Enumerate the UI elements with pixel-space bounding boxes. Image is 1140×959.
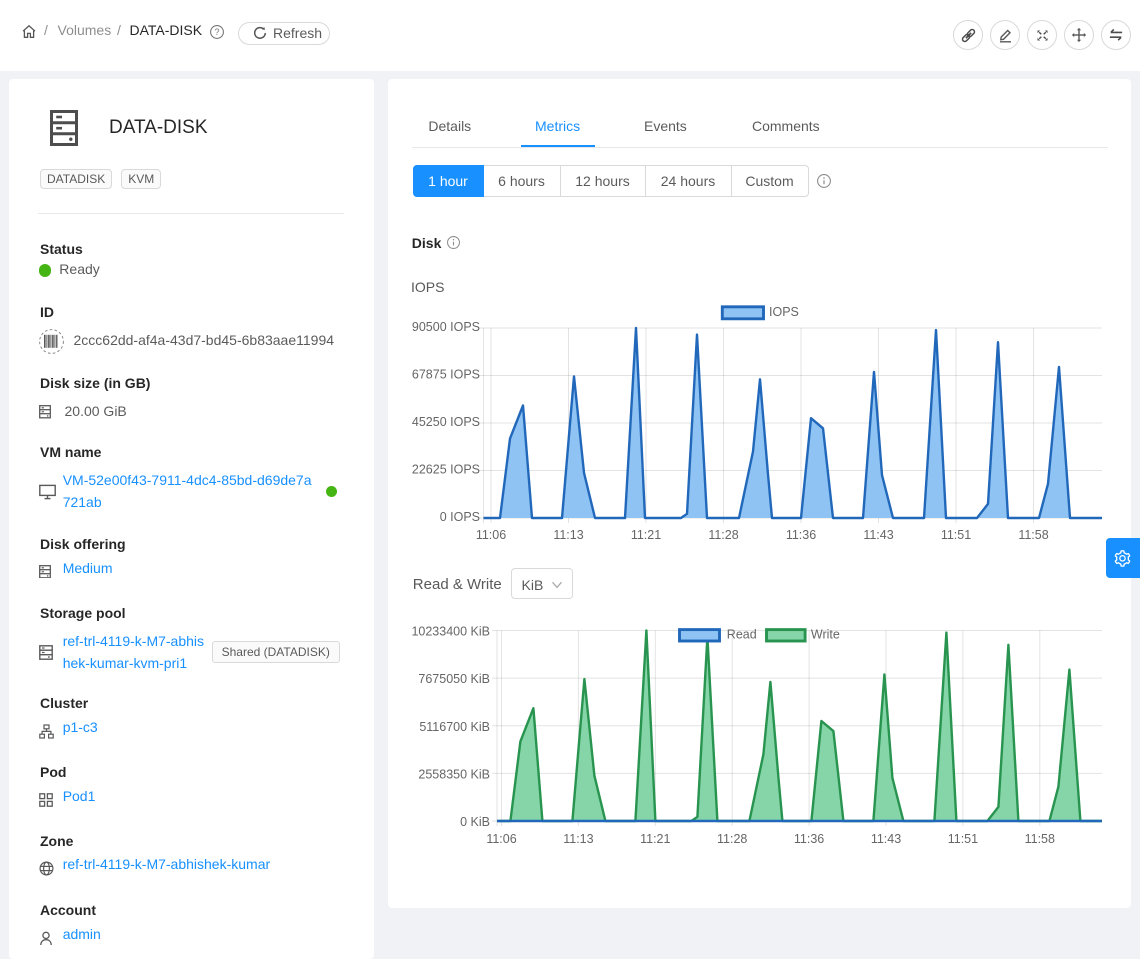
svg-text:Read: Read: [727, 628, 757, 642]
svg-text:11:36: 11:36: [794, 832, 824, 846]
svg-text:11:13: 11:13: [563, 832, 593, 846]
svg-text:11:28: 11:28: [708, 528, 738, 542]
svg-text:Write: Write: [811, 628, 840, 642]
svg-text:11:13: 11:13: [553, 528, 583, 542]
svg-text:7675050 KiB: 7675050 KiB: [418, 672, 490, 686]
svg-text:11:43: 11:43: [871, 832, 901, 846]
svg-text:5116700 KiB: 5116700 KiB: [419, 720, 490, 734]
svg-text:67875 IOPS: 67875 IOPS: [412, 368, 480, 382]
svg-text:10233400 KiB: 10233400 KiB: [411, 625, 490, 639]
svg-text:11:21: 11:21: [640, 832, 670, 846]
svg-text:11:58: 11:58: [1025, 832, 1055, 846]
svg-text:2558350 KiB: 2558350 KiB: [418, 767, 490, 781]
svg-text:11:28: 11:28: [717, 832, 747, 846]
svg-text:0 KiB: 0 KiB: [460, 815, 490, 829]
svg-text:11:21: 11:21: [631, 528, 661, 542]
svg-text:IOPS: IOPS: [769, 305, 799, 319]
svg-text:45250 IOPS: 45250 IOPS: [412, 415, 480, 429]
svg-text:11:51: 11:51: [948, 832, 978, 846]
svg-text:0 IOPS: 0 IOPS: [440, 510, 480, 524]
svg-text:11:58: 11:58: [1018, 528, 1048, 542]
svg-text:11:36: 11:36: [786, 528, 816, 542]
svg-text:22625 IOPS: 22625 IOPS: [412, 463, 480, 477]
svg-text:11:06: 11:06: [486, 832, 516, 846]
svg-text:11:43: 11:43: [863, 528, 893, 542]
svg-text:90500 IOPS: 90500 IOPS: [412, 320, 480, 334]
svg-text:?: ?: [214, 27, 219, 37]
svg-text:11:06: 11:06: [476, 528, 506, 542]
svg-text:11:51: 11:51: [941, 528, 971, 542]
